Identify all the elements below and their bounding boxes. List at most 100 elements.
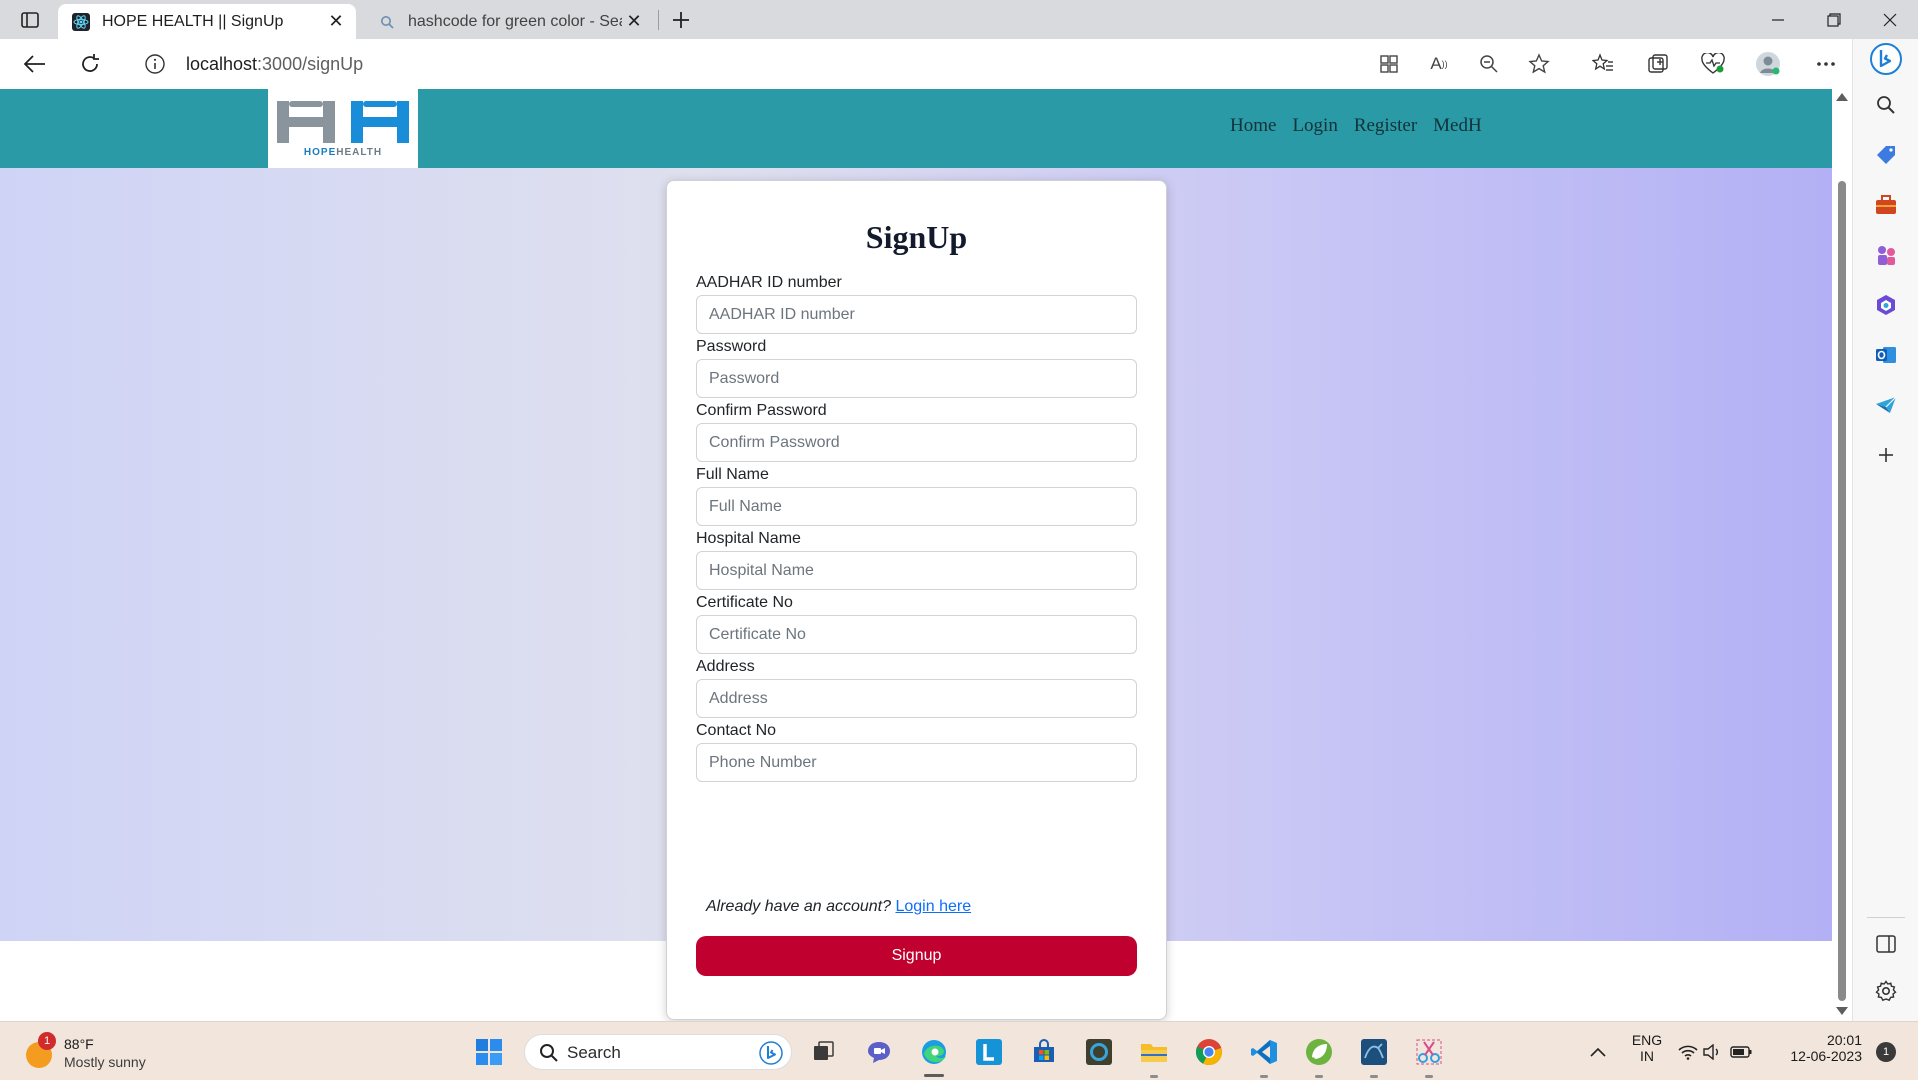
url-text: localhost:3000/signUp [186,54,363,75]
cortana-ring-icon[interactable] [1083,1036,1115,1068]
scroll-thumb[interactable] [1838,181,1846,1001]
logo-text-hope: HOPE [303,147,337,158]
taskbar-search-label: Search [567,1043,621,1062]
language-code: ENG [1631,1032,1663,1048]
zoom-out-icon[interactable] [1476,51,1502,77]
full-name-field-group: Full Name [696,465,1137,526]
vscode-icon[interactable] [1248,1036,1280,1068]
address-bar[interactable]: localhost:3000/signUp A)) [126,45,1568,83]
wifi-icon[interactable] [1677,1036,1699,1068]
back-arrow-icon[interactable] [22,51,48,77]
send-drop-icon[interactable] [1874,393,1898,417]
restore-icon[interactable] [1806,0,1862,39]
vscode-running-indicator [1260,1075,1268,1078]
more-options-icon[interactable] [1813,51,1839,77]
hope-health-logo-icon [277,101,409,143]
show-hidden-icons-chevron-icon[interactable] [1582,1036,1614,1068]
chrome-icon[interactable] [1193,1036,1225,1068]
aadhar-label: AADHAR ID number [696,274,842,291]
close-window-icon[interactable] [1862,0,1918,39]
site-info-icon[interactable] [144,53,166,75]
bing-copilot-icon[interactable] [1870,43,1902,75]
logo-text-health: HEALTH [336,147,383,158]
address-field-group: Address [696,657,1137,718]
app-available-icon[interactable] [1376,51,1402,77]
tools-briefcase-icon[interactable] [1874,193,1898,217]
nav-home-link[interactable]: Home [1230,115,1276,137]
scroll-down-arrow-icon[interactable] [1836,1007,1848,1015]
site-logo[interactable]: HOPEHEALTH [268,89,418,168]
tab-title: HOPE HEALTH || SignUp [102,12,284,30]
close-tab-icon[interactable]: ✕ [324,10,348,34]
certificate-input[interactable] [696,615,1137,654]
confirm-password-input[interactable] [696,423,1137,462]
tab-search-results[interactable]: hashcode for green color - Searc ✕ [364,4,654,39]
browser-essentials-icon[interactable] [1700,51,1726,77]
refresh-icon[interactable] [77,51,103,77]
confirm-password-label: Confirm Password [696,402,827,419]
signup-button[interactable]: Signup [696,936,1137,976]
nav-register-link[interactable]: Register [1354,115,1417,137]
tab-hope-health[interactable]: HOPE HEALTH || SignUp ✕ [58,4,356,39]
login-here-link[interactable]: Login here [895,898,971,915]
confirm-password-field-group: Confirm Password [696,401,1137,462]
games-icon[interactable] [1874,243,1898,267]
microsoft-store-icon[interactable] [1028,1036,1060,1068]
search-icon[interactable] [1874,93,1898,117]
certificate-field-group: Certificate No [696,593,1137,654]
language-indicator[interactable]: ENG IN [1630,1032,1664,1064]
contact-input[interactable] [696,743,1137,782]
sidebar-settings-gear-icon[interactable] [1874,979,1898,1003]
clock[interactable]: 20:01 12-06-2023 [1770,1032,1862,1064]
full-name-input[interactable] [696,487,1137,526]
favorite-star-icon[interactable] [1526,51,1552,77]
hide-sidebar-icon[interactable] [1874,932,1898,956]
page-scrollbar[interactable] [1832,89,1852,1021]
weather-widget[interactable]: 1 88°F Mostly sunny [24,1030,184,1074]
notification-badge[interactable]: 1 [1876,1042,1896,1062]
edge-browser-icon[interactable] [918,1036,950,1068]
shopping-tag-icon[interactable] [1874,143,1898,167]
browser-tab-strip: HOPE HEALTH || SignUp ✕ hashcode for gre… [0,0,1918,39]
nav-medh-link[interactable]: MedH [1433,115,1482,137]
favorites-icon[interactable] [1590,51,1616,77]
react-icon [72,12,90,31]
new-tab-icon[interactable] [668,7,694,33]
aadhar-input[interactable] [696,295,1137,334]
browser-toolbar: localhost:3000/signUp A)) [0,39,1918,89]
tab-actions-icon[interactable] [18,9,42,31]
scroll-up-arrow-icon[interactable] [1836,93,1848,101]
read-aloud-icon[interactable]: A)) [1426,51,1452,77]
address-input[interactable] [696,679,1137,718]
hospital-name-input[interactable] [696,551,1137,590]
snipping-tool-icon[interactable] [1413,1036,1445,1068]
search-glass-icon [540,1044,558,1062]
edge-sidebar [1852,39,1918,1021]
mysql-workbench-icon[interactable] [1358,1036,1390,1068]
teams-chat-icon[interactable] [863,1036,895,1068]
nav-login-link[interactable]: Login [1292,115,1337,137]
spring-tool-icon[interactable] [1303,1036,1335,1068]
minimize-icon[interactable] [1750,0,1806,39]
windows-taskbar: 1 88°F Mostly sunny Search ENG IN 20:01 … [0,1021,1918,1080]
password-input[interactable] [696,359,1137,398]
taskbar-search[interactable]: Search [524,1034,792,1070]
account-prompt: Already have an account? Login here [706,898,971,916]
battery-icon[interactable] [1729,1036,1753,1068]
weather-condition: Mostly sunny [64,1054,146,1070]
windows-start-icon[interactable] [473,1036,505,1068]
add-sidebar-app-icon[interactable] [1874,443,1898,467]
file-explorer-icon[interactable] [1138,1036,1170,1068]
profile-avatar[interactable] [1755,51,1781,77]
edge-active-indicator [924,1074,944,1077]
explorer-running-indicator [1150,1075,1158,1078]
clock-time: 20:01 [1826,1032,1862,1048]
outlook-icon[interactable] [1874,343,1898,367]
microsoft-365-icon[interactable] [1874,293,1898,317]
task-view-icon[interactable] [808,1036,840,1068]
launcher-l-icon[interactable] [973,1036,1005,1068]
collections-icon[interactable] [1645,51,1671,77]
web-page: HOPEHEALTH Home Login Register MedH Sign… [0,89,1832,1021]
volume-icon[interactable] [1702,1036,1724,1068]
close-tab-icon[interactable]: ✕ [622,10,646,34]
